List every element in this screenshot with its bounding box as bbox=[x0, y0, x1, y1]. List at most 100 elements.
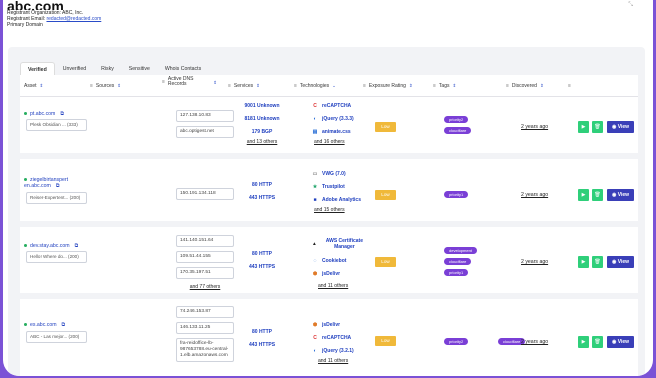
tag-badge[interactable]: priority2 bbox=[444, 116, 469, 123]
registrant-email-link[interactable]: redacted@redacted.com bbox=[46, 16, 101, 22]
service-name: Unknown bbox=[257, 116, 280, 122]
sort-icon[interactable]: ⇕ bbox=[540, 83, 544, 89]
service-entry: 443 HTTPS bbox=[233, 195, 291, 201]
tab-sensitive[interactable]: Sensitive bbox=[122, 62, 157, 75]
service-entry: 9001 Unknown bbox=[233, 103, 291, 109]
discovered-date[interactable]: 2 years ago bbox=[521, 192, 548, 198]
filter-icon[interactable]: ≡ bbox=[90, 83, 93, 89]
play-button[interactable]: ▶ bbox=[578, 189, 589, 201]
tech-item: ◐ jQuery (3.2.1) bbox=[312, 348, 353, 354]
col-technologies[interactable]: ≡ Technologies ⌄ bbox=[294, 83, 336, 89]
tag-badge[interactable]: priority1 bbox=[444, 269, 469, 276]
tech-more-link[interactable]: and 15 others bbox=[314, 207, 345, 213]
tech-name: Trustpilot bbox=[322, 184, 345, 190]
asset-name[interactable]: es.abc.com bbox=[30, 322, 57, 328]
tech-name: VWG (7.0) bbox=[322, 171, 346, 177]
filter-icon[interactable]: ≡ bbox=[294, 83, 297, 89]
dns-record: fra-reidoffice-lb-987653788.eu-central-1… bbox=[176, 338, 234, 362]
filter-icon[interactable]: ≡ bbox=[433, 83, 436, 89]
aws-icon: ▴ bbox=[313, 241, 316, 247]
filter-icon[interactable]: ≡ bbox=[228, 83, 231, 89]
exposure-rating-badge: Low bbox=[375, 122, 396, 132]
tag-badge[interactable]: priority1 bbox=[444, 191, 469, 198]
external-link-icon[interactable]: ⧉ bbox=[62, 322, 66, 328]
tech-name: Adobe Analytics bbox=[322, 197, 361, 203]
col-sources-label: Sources bbox=[95, 83, 115, 89]
asset-link[interactable]: es.abc.com ⧉ bbox=[24, 322, 65, 328]
asset-link[interactable]: ziegelbirtanspert en.abc.com ⧉ bbox=[24, 177, 94, 189]
asset-link[interactable]: dev.stay.abc.com ⧉ bbox=[24, 243, 78, 249]
table-row: dev.stay.abc.com ⧉ Hello! Where do... (20… bbox=[20, 233, 638, 299]
star-icon: ★ bbox=[312, 184, 318, 190]
external-link-icon[interactable]: ⧉ bbox=[75, 243, 79, 249]
expand-icon[interactable]: ⤡ bbox=[628, 2, 633, 9]
col-services[interactable]: ≡ Services ⇕ bbox=[228, 83, 260, 89]
discovered-date[interactable]: 2 years ago bbox=[521, 339, 548, 345]
col-dns[interactable]: ≡ Active DNS Records ⇕ bbox=[162, 77, 217, 87]
tab-whois-contacts[interactable]: Whois Contacts bbox=[158, 62, 208, 75]
filter-icon[interactable]: ≡ bbox=[506, 83, 509, 89]
tech-item: CreCAPTCHA bbox=[312, 335, 351, 341]
col-actions[interactable]: ≡ bbox=[568, 83, 574, 89]
sort-icon[interactable]: ⇕ bbox=[117, 83, 121, 89]
col-exposure-rating[interactable]: ≡ Exposure Rating ⇕ bbox=[363, 83, 413, 89]
tech-more-link[interactable]: and 11 others bbox=[318, 358, 348, 364]
delete-button[interactable]: 🗑 bbox=[592, 256, 603, 268]
dns-more-link[interactable]: and 77 others bbox=[176, 284, 234, 290]
services-more-link[interactable]: and 13 others bbox=[233, 139, 291, 145]
tab-bar: Verified Unverified Risky Sensitive Whoi… bbox=[20, 62, 209, 75]
tech-more-link[interactable]: and 11 others bbox=[318, 283, 348, 289]
service-port: 80 bbox=[251, 182, 258, 188]
view-button[interactable]: ◉ View bbox=[607, 336, 634, 348]
tech-more-link[interactable]: and 16 others bbox=[314, 139, 345, 145]
view-button[interactable]: ◉ View bbox=[607, 189, 634, 201]
filter-icon[interactable]: ≡ bbox=[162, 79, 165, 85]
service-entry: 443 HTTPS bbox=[233, 342, 291, 348]
tech-item: ▴ AWS Certificate Manager bbox=[312, 238, 368, 250]
col-tags[interactable]: ≡ Tags ⇕ bbox=[433, 83, 456, 89]
asset-name[interactable]: pt.abc.com bbox=[30, 111, 55, 117]
col-sources[interactable]: ≡ Sources ⇕ bbox=[90, 83, 121, 89]
sort-icon[interactable]: ⇕ bbox=[213, 80, 217, 85]
sort-icon[interactable]: ⇕ bbox=[40, 83, 44, 89]
play-button[interactable]: ▶ bbox=[578, 336, 589, 348]
delete-button[interactable]: 🗑 bbox=[592, 121, 603, 133]
asset-description: Reiser-Expertent... (200) bbox=[26, 192, 87, 204]
tag-badge[interactable]: development bbox=[444, 247, 477, 254]
tab-verified[interactable]: Verified bbox=[20, 62, 55, 75]
dns-record: abc.optigest.net bbox=[176, 126, 234, 138]
filter-icon[interactable]: ≡ bbox=[568, 83, 571, 89]
play-button[interactable]: ▶ bbox=[578, 256, 589, 268]
filter-icon[interactable]: ≡ bbox=[363, 83, 366, 89]
view-button[interactable]: ◉ View bbox=[607, 256, 634, 268]
tech-name: reCAPTCHA bbox=[322, 335, 352, 341]
discovered-date[interactable]: 2 years ago bbox=[521, 259, 548, 265]
service-name: HTTP bbox=[258, 329, 272, 335]
chevron-down-icon[interactable]: ⌄ bbox=[332, 83, 336, 89]
tech-item: ★ Trustpilot bbox=[312, 184, 345, 190]
tab-risky[interactable]: Risky bbox=[94, 62, 121, 75]
external-link-icon[interactable]: ⧉ bbox=[60, 111, 64, 117]
external-link-icon[interactable]: ⧉ bbox=[56, 183, 60, 189]
cookiebot-icon: ◌ bbox=[313, 258, 317, 264]
tag-badge[interactable]: cloudflare bbox=[444, 127, 472, 134]
tag-badge[interactable]: cloudflare bbox=[444, 258, 472, 265]
col-asset[interactable]: Asset ⇕ bbox=[24, 83, 43, 89]
delete-button[interactable]: 🗑 bbox=[592, 336, 603, 348]
sort-icon[interactable]: ⇕ bbox=[452, 83, 456, 89]
sort-icon[interactable]: ⇕ bbox=[256, 83, 260, 89]
sort-icon[interactable]: ⇕ bbox=[409, 83, 413, 89]
discovered-date[interactable]: 2 years ago bbox=[521, 124, 548, 130]
asset-name[interactable]: ziegelbirtanspert en.abc.com bbox=[24, 177, 68, 189]
col-discovered[interactable]: ≡ Discovered ⇕ bbox=[506, 83, 544, 89]
col-services-label: Services bbox=[233, 83, 254, 89]
tag-badge[interactable]: priority2 bbox=[444, 338, 469, 345]
play-button[interactable]: ▶ bbox=[578, 121, 589, 133]
asset-name[interactable]: dev.stay.abc.com bbox=[30, 243, 70, 249]
tab-unverified[interactable]: Unverified bbox=[56, 62, 93, 75]
asset-link[interactable]: pt.abc.com ⧉ bbox=[24, 111, 64, 117]
delete-button[interactable]: 🗑 bbox=[592, 189, 603, 201]
jquery-icon: ◐ bbox=[313, 116, 317, 122]
view-button[interactable]: ◉ View bbox=[607, 121, 634, 133]
app-window: abc.com Registrant Organization: ABC, In… bbox=[3, 0, 653, 376]
